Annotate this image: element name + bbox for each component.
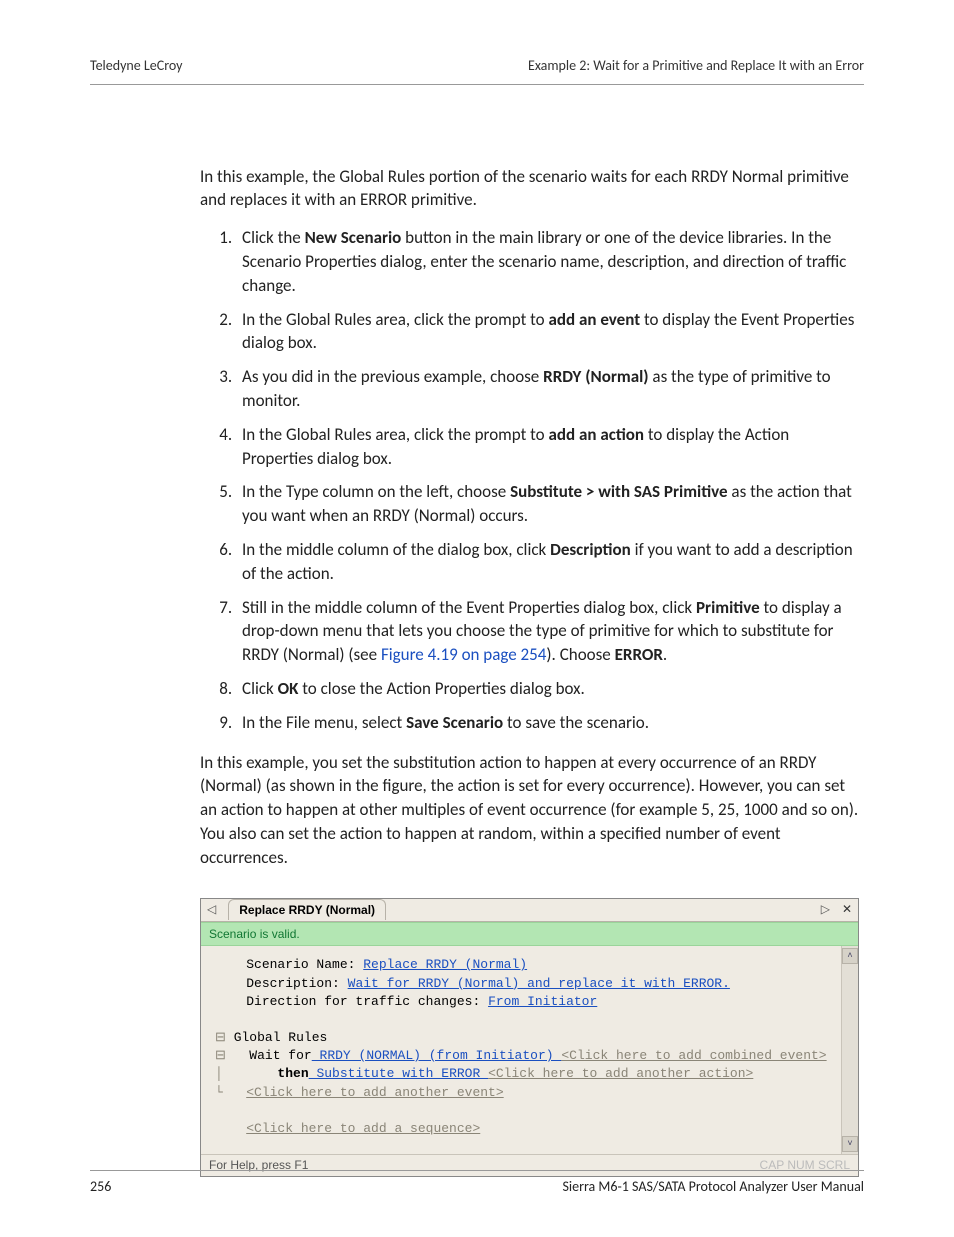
closing-paragraph: In this example, you set the substitutio… bbox=[200, 751, 859, 870]
step-1: Click the New Scenario button in the mai… bbox=[236, 226, 859, 297]
global-rules-label: Global Rules bbox=[234, 1030, 328, 1045]
description-link[interactable]: Wait for RRDY (Normal) and replace it wi… bbox=[348, 976, 730, 991]
add-sequence-prompt[interactable]: <Click here to add a sequence> bbox=[246, 1121, 480, 1136]
step-9: In the File menu, select Save Scenario t… bbox=[236, 711, 859, 735]
scenario-name-link[interactable]: Replace RRDY (Normal) bbox=[363, 957, 527, 972]
tab-bar: ◁ Replace RRDY (Normal) ▷ ✕ bbox=[201, 899, 858, 922]
wait-event-link[interactable]: RRDY (NORMAL) (from Initiator) bbox=[312, 1048, 562, 1063]
scenario-valid-status: Scenario is valid. bbox=[201, 922, 858, 947]
running-head: Teledyne LeCroy Example 2: Wait for a Pr… bbox=[90, 56, 864, 85]
step-5: In the Type column on the left, choose S… bbox=[236, 480, 859, 528]
editor-wrap: Scenario Name: Replace RRDY (Normal) Des… bbox=[201, 946, 858, 1154]
intro-paragraph: In this example, the Global Rules portio… bbox=[200, 165, 859, 213]
step-6: In the middle column of the dialog box, … bbox=[236, 538, 859, 586]
step-8: Click OK to close the Action Properties … bbox=[236, 677, 859, 701]
add-another-action-prompt[interactable]: <Click here to add another action> bbox=[488, 1066, 753, 1081]
manual-title: Sierra M6-1 SAS/SATA Protocol Analyzer U… bbox=[562, 1177, 864, 1197]
tree-collapse-icon[interactable]: ⊟ bbox=[215, 1030, 234, 1045]
tab-scroll-left-icon[interactable]: ◁ bbox=[201, 901, 222, 918]
body-text: In this example, the Global Rules portio… bbox=[200, 165, 859, 1177]
tab-close-icon[interactable]: ✕ bbox=[836, 901, 858, 918]
then-action-link[interactable]: Substitute with ERROR bbox=[309, 1066, 488, 1081]
scroll-down-icon[interactable]: ˅ bbox=[842, 1136, 858, 1152]
page-footer: 256 Sierra M6-1 SAS/SATA Protocol Analyz… bbox=[90, 1170, 864, 1197]
steps-list: Click the New Scenario button in the mai… bbox=[236, 226, 859, 734]
direction-link[interactable]: From Initiator bbox=[488, 994, 597, 1009]
scroll-up-icon[interactable]: ˄ bbox=[842, 948, 858, 964]
document-page: Teledyne LeCroy Example 2: Wait for a Pr… bbox=[0, 0, 954, 1237]
scenario-editor-figure: ◁ Replace RRDY (Normal) ▷ ✕ Scenario is … bbox=[200, 898, 859, 1177]
step-7: Still in the middle column of the Event … bbox=[236, 596, 859, 667]
scenario-editor: Scenario Name: Replace RRDY (Normal) Des… bbox=[201, 946, 841, 1154]
tree-collapse-icon[interactable]: ⊟ bbox=[215, 1048, 249, 1063]
tab-replace-rrdy[interactable]: Replace RRDY (Normal) bbox=[228, 899, 386, 921]
description-label: Description: bbox=[246, 976, 347, 991]
step-2: In the Global Rules area, click the prom… bbox=[236, 308, 859, 356]
step-3: As you did in the previous example, choo… bbox=[236, 365, 859, 413]
vertical-scrollbar[interactable]: ˄ ˅ bbox=[841, 946, 858, 1154]
add-combined-event-prompt[interactable]: <Click here to add combined event> bbox=[561, 1048, 826, 1063]
runhead-left: Teledyne LeCroy bbox=[90, 56, 183, 76]
runhead-right: Example 2: Wait for a Primitive and Repl… bbox=[528, 56, 864, 76]
page-number: 256 bbox=[90, 1177, 111, 1197]
step-4: In the Global Rules area, click the prom… bbox=[236, 423, 859, 471]
add-another-event-prompt[interactable]: <Click here to add another event> bbox=[246, 1085, 503, 1100]
figure-cross-reference-link[interactable]: Figure 4.19 on page 254 bbox=[381, 644, 546, 665]
tab-scroll-right-icon[interactable]: ▷ bbox=[815, 901, 836, 918]
direction-label: Direction for traffic changes: bbox=[246, 994, 488, 1009]
scenario-name-label: Scenario Name: bbox=[246, 957, 363, 972]
